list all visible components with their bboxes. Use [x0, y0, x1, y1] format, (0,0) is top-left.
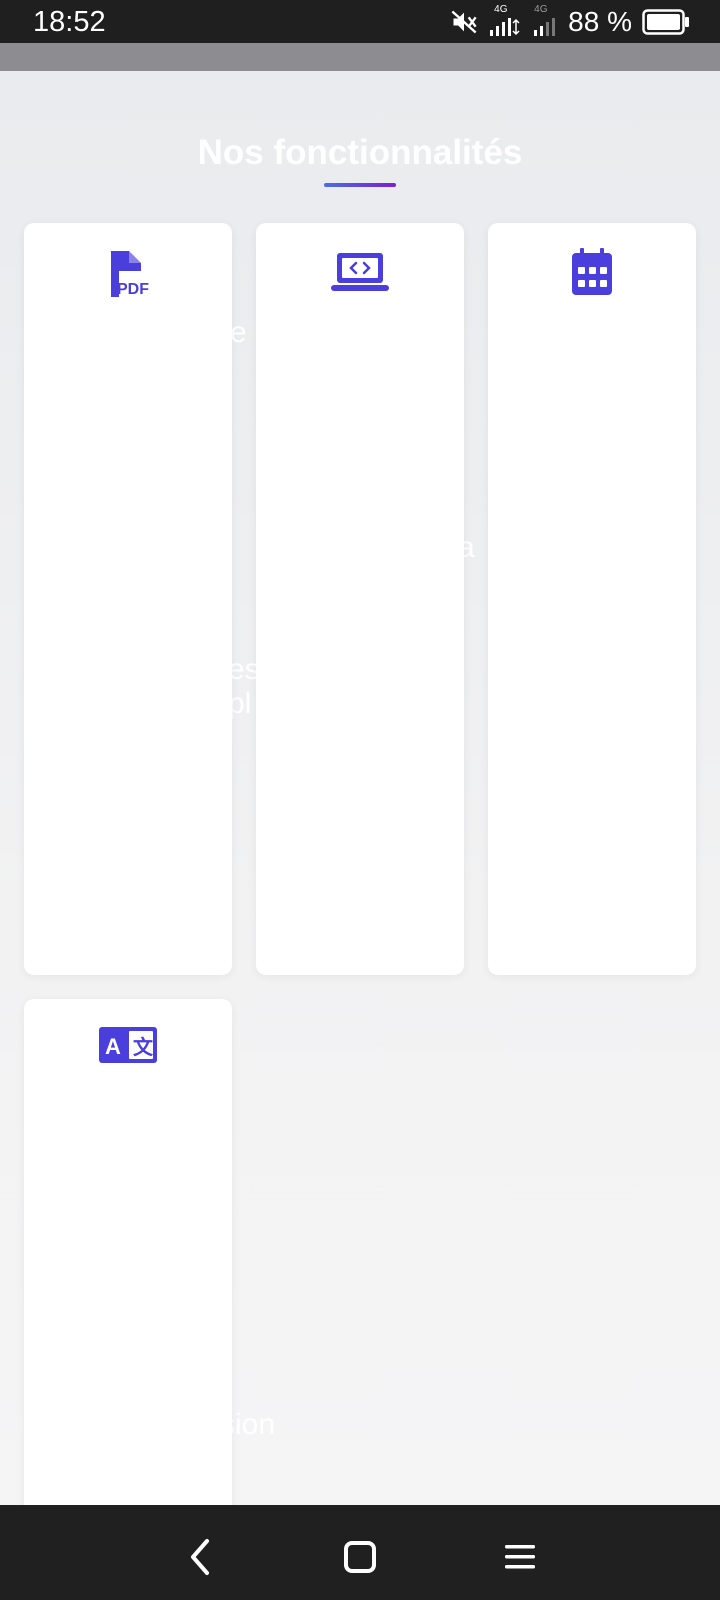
menu-button[interactable]: [496, 1533, 544, 1581]
status-time: 18:52: [33, 6, 106, 38]
navigation-bar: [0, 1505, 720, 1600]
features-section: Nos fonctionnalités e a es pl sion PDF A…: [0, 71, 720, 1505]
battery-icon: [642, 9, 689, 35]
feature-card-translate[interactable]: A 文: [24, 999, 232, 1505]
status-bar: 18:52 4G 4G 88 %: [0, 0, 720, 43]
svg-text:文: 文: [133, 1035, 154, 1059]
signal-2-icon: 4G: [532, 4, 558, 38]
browser-toolbar-strip: [0, 43, 720, 71]
svg-text:A: A: [105, 1034, 121, 1059]
back-button[interactable]: [176, 1533, 224, 1581]
ghost-text: es: [228, 653, 260, 686]
feature-card-calendar[interactable]: [488, 223, 696, 975]
signal-1-icon: 4G: [488, 4, 522, 38]
svg-text:PDF: PDF: [117, 281, 149, 298]
ghost-text: e: [230, 316, 247, 349]
status-icons: 4G 4G 88 %: [450, 4, 690, 40]
back-icon: [191, 1539, 209, 1575]
section-title: Nos fonctionnalités: [197, 133, 523, 172]
home-button[interactable]: [336, 1533, 384, 1581]
home-icon: [344, 1541, 376, 1573]
mute-icon: [451, 10, 477, 34]
laptop-code-icon: [331, 253, 389, 291]
pdf-file-icon: PDF: [111, 251, 149, 298]
calendar-icon: [572, 248, 612, 295]
feature-card-pdf[interactable]: PDF: [24, 223, 232, 975]
menu-icon: [505, 1545, 535, 1569]
translate-icon: A 文: [99, 1027, 157, 1063]
battery-percent: 88 %: [568, 6, 632, 37]
title-underline: [324, 183, 396, 187]
feature-card-code[interactable]: [256, 223, 464, 975]
